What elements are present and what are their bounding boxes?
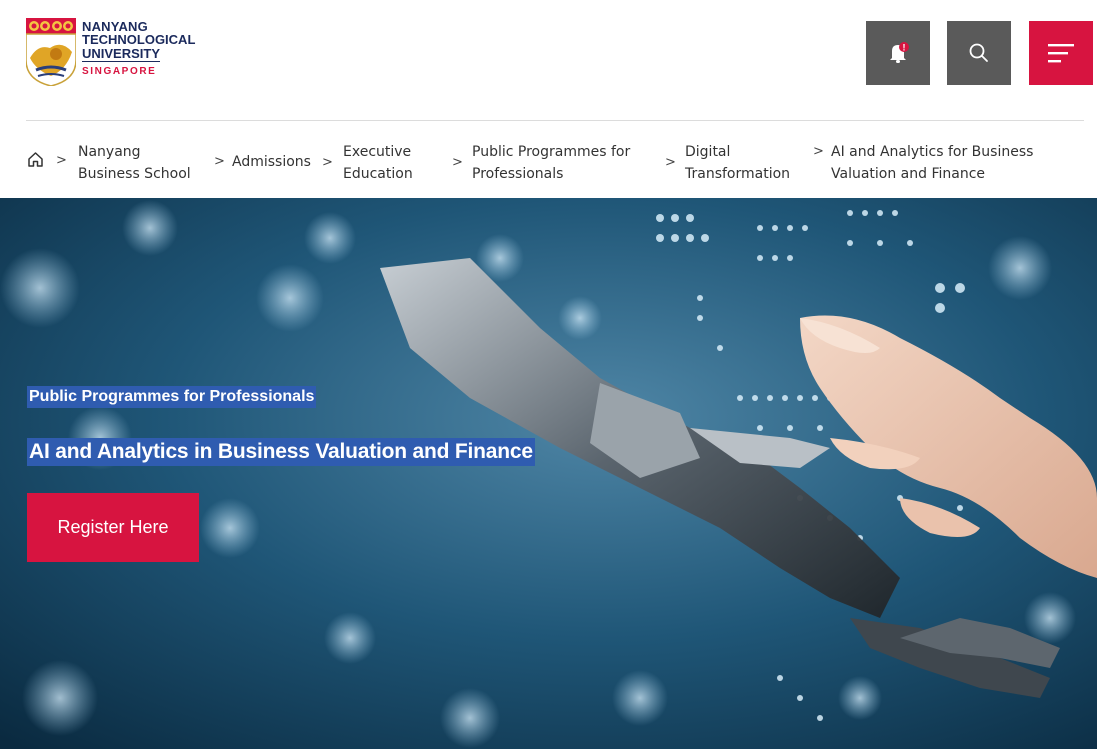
- breadcrumb-item-line2: Business School: [78, 166, 191, 182]
- hero-title: AI and Analytics in Business Valuation a…: [27, 438, 535, 466]
- breadcrumb-item-line1: Public Programmes for: [472, 144, 631, 160]
- breadcrumb-item-line1: Nanyang: [78, 144, 141, 160]
- breadcrumb-item-line2: Valuation and Finance: [831, 166, 986, 182]
- breadcrumb-item-executive-education[interactable]: Executive Education: [343, 141, 413, 185]
- site-header: NANYANG TECHNOLOGICAL UNIVERSITY SINGAPO…: [0, 0, 1097, 120]
- ntu-logo[interactable]: NANYANG TECHNOLOGICAL UNIVERSITY SINGAPO…: [26, 18, 195, 86]
- logo-line-3: UNIVERSITY: [82, 46, 161, 62]
- breadcrumb-item-line2: Transformation: [685, 166, 791, 182]
- bell-icon: !: [890, 42, 909, 63]
- notification-button[interactable]: !: [866, 21, 930, 85]
- notification-badge: !: [903, 43, 906, 53]
- search-button[interactable]: [947, 21, 1011, 85]
- robot-hand-hero-image: [0, 198, 1097, 749]
- logo-line-2: TECHNOLOGICAL: [82, 32, 196, 47]
- hero-banner: Public Programmes for Professionals AI a…: [0, 198, 1097, 749]
- ntu-crest-icon: [26, 18, 76, 86]
- breadcrumb-separator: >: [322, 155, 333, 170]
- breadcrumb-separator: >: [665, 155, 676, 170]
- breadcrumb-item-digital-transformation[interactable]: Digital Transformation: [685, 141, 790, 185]
- breadcrumb-item-line1: AI and Analytics for Business: [831, 144, 1034, 160]
- breadcrumb-separator: >: [813, 144, 824, 159]
- home-icon[interactable]: [27, 151, 44, 168]
- logo-wordmark: NANYANG TECHNOLOGICAL UNIVERSITY SINGAPO…: [82, 20, 195, 78]
- breadcrumb-item-line1: Admissions: [232, 154, 311, 170]
- logo-line-4: SINGAPORE: [82, 66, 157, 77]
- breadcrumb-separator: >: [452, 155, 463, 170]
- search-icon: [969, 43, 988, 62]
- breadcrumb-item-line2: Professionals: [472, 166, 564, 182]
- breadcrumb-separator: >: [56, 153, 67, 168]
- breadcrumb-item-line1: Digital: [685, 144, 731, 160]
- hero-subtitle: Public Programmes for Professionals: [27, 386, 317, 408]
- breadcrumb-separator: >: [214, 154, 225, 169]
- hamburger-menu-icon: [1048, 44, 1074, 63]
- breadcrumb-item-admissions[interactable]: Admissions: [232, 151, 311, 173]
- breadcrumb-item-nanyang-business-school[interactable]: Nanyang Business School: [78, 141, 191, 185]
- breadcrumb-item-line1: Executive: [343, 144, 412, 160]
- breadcrumb-item-current-page: AI and Analytics for Business Valuation …: [831, 141, 1033, 185]
- breadcrumb-item-public-programmes[interactable]: Public Programmes for Professionals: [472, 141, 630, 185]
- register-button[interactable]: Register Here: [27, 493, 199, 562]
- breadcrumb: > Nanyang Business School > Admissions >…: [0, 121, 1097, 198]
- menu-button[interactable]: [1029, 21, 1093, 85]
- breadcrumb-item-line2: Education: [343, 166, 413, 182]
